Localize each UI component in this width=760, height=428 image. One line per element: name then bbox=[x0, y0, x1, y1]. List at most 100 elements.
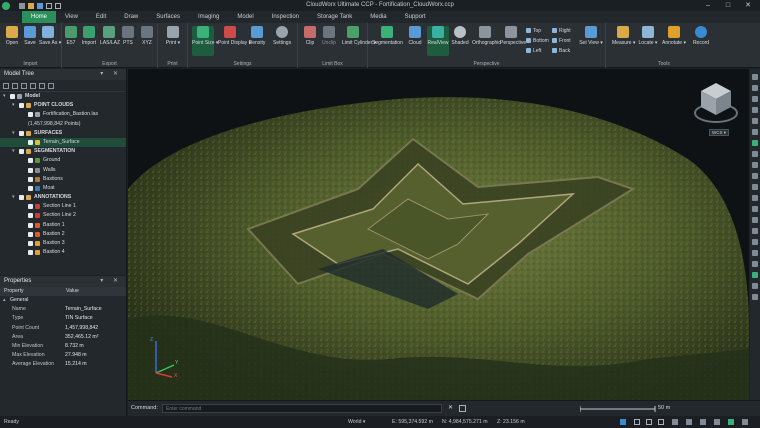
property-row[interactable]: Min Elevation 8.732 m bbox=[0, 342, 126, 351]
record-button[interactable]: Record bbox=[690, 26, 712, 46]
visibility-checkbox[interactable] bbox=[28, 241, 33, 246]
point-display-button[interactable]: Point Display ▾ bbox=[218, 26, 251, 46]
realview-button[interactable]: RealView bbox=[427, 26, 449, 56]
tab-view[interactable]: View bbox=[56, 11, 87, 23]
view-bottom-button[interactable]: Bottom bbox=[526, 38, 549, 44]
tool-icon[interactable] bbox=[752, 283, 758, 289]
save-icon[interactable] bbox=[37, 2, 43, 9]
unclip-button[interactable]: Unclip bbox=[320, 26, 338, 46]
settings-button[interactable]: Settings bbox=[273, 26, 291, 46]
tool-icon[interactable] bbox=[752, 261, 758, 267]
tree-tool-icon[interactable] bbox=[12, 82, 18, 89]
tree-tool-icon[interactable] bbox=[48, 82, 54, 89]
view-front-button[interactable]: Front bbox=[552, 38, 571, 44]
zoom-extents-icon[interactable] bbox=[752, 74, 758, 80]
tree-group[interactable]: ▾ POINT CLOUDS bbox=[0, 101, 126, 110]
property-row[interactable]: Name Terrain_Surface bbox=[0, 305, 126, 314]
tree-item[interactable]: Bastion 2 bbox=[0, 230, 126, 239]
maximize-icon[interactable]: □ bbox=[718, 0, 738, 11]
property-row[interactable]: Point Count 1,457,998,842 bbox=[0, 324, 126, 333]
tab-surfaces[interactable]: Surfaces bbox=[147, 11, 189, 23]
tab-draw[interactable]: Draw bbox=[115, 11, 147, 23]
tree-item[interactable]: Fortification_Bastion.las bbox=[0, 110, 126, 119]
property-row[interactable]: Average Elevation 15.214 m bbox=[0, 360, 126, 369]
tree-item[interactable]: Terrain_Surface bbox=[0, 137, 126, 148]
ortho-icon[interactable] bbox=[634, 419, 640, 425]
visibility-checkbox[interactable] bbox=[28, 167, 33, 173]
tab-model[interactable]: Model bbox=[228, 11, 262, 23]
fence-icon[interactable] bbox=[752, 162, 758, 168]
view-left-button[interactable]: Left bbox=[526, 48, 541, 54]
expand-icon[interactable]: ▾ bbox=[12, 147, 15, 156]
camera-icon[interactable] bbox=[752, 184, 758, 190]
new-icon[interactable] bbox=[19, 2, 25, 9]
property-row[interactable]: Max Elevation 27.948 m bbox=[0, 351, 126, 360]
expand-icon[interactable]: ▾ bbox=[12, 193, 15, 202]
osnap-icon[interactable] bbox=[646, 419, 652, 425]
status-ok-icon[interactable] bbox=[728, 419, 734, 425]
visibility-checkbox[interactable] bbox=[28, 204, 33, 210]
settings-gear-icon[interactable] bbox=[742, 419, 748, 425]
tool-icon[interactable] bbox=[752, 239, 758, 245]
walk-icon[interactable] bbox=[752, 129, 758, 135]
close-icon[interactable]: ✕ bbox=[738, 0, 758, 11]
orbit-icon[interactable] bbox=[752, 118, 758, 124]
segmentation-button[interactable]: Segmentation bbox=[372, 26, 403, 46]
visibility-checkbox[interactable] bbox=[28, 250, 33, 256]
command-input[interactable] bbox=[162, 404, 442, 413]
set-view-button[interactable]: Set View ▾ bbox=[579, 26, 603, 46]
tool-icon[interactable] bbox=[752, 228, 758, 234]
print-button[interactable]: Print ▾ bbox=[164, 26, 182, 46]
app-logo-icon[interactable] bbox=[0, 0, 11, 11]
clear-command-icon[interactable]: ✕ bbox=[448, 405, 453, 412]
visibility-checkbox[interactable] bbox=[28, 185, 33, 191]
save-as-button[interactable]: Save As ▾ bbox=[39, 26, 61, 46]
section-icon[interactable] bbox=[752, 206, 758, 212]
tree-tool-icon[interactable] bbox=[39, 82, 45, 89]
expand-icon[interactable]: ▾ bbox=[12, 129, 15, 138]
monitor-icon[interactable] bbox=[686, 419, 692, 425]
cloud-sync-icon[interactable] bbox=[714, 419, 720, 425]
visibility-checkbox[interactable] bbox=[28, 112, 33, 118]
orthographic-button[interactable]: Orthographic bbox=[472, 26, 501, 46]
tree-item[interactable]: Walls bbox=[0, 166, 126, 175]
cloud-button[interactable]: Cloud bbox=[406, 26, 424, 46]
visibility-checkbox[interactable] bbox=[10, 94, 15, 99]
tree-item[interactable]: Bastion 3 bbox=[0, 239, 126, 248]
view-back-button[interactable]: Back bbox=[552, 48, 570, 54]
point-size-button[interactable]: Point Size ▾ bbox=[192, 26, 218, 56]
open-button[interactable]: Open bbox=[3, 26, 21, 46]
expand-icon[interactable]: ▾ bbox=[3, 92, 6, 101]
tree-item[interactable]: Moat bbox=[0, 184, 126, 193]
tree-group[interactable]: ▾ SURFACES bbox=[0, 129, 126, 138]
visibility-checkbox[interactable] bbox=[28, 213, 33, 219]
minimize-icon[interactable]: – bbox=[698, 0, 718, 11]
grid-snap-icon[interactable] bbox=[620, 419, 626, 425]
view-right-button[interactable]: Right bbox=[552, 28, 571, 34]
command-history-icon[interactable] bbox=[459, 405, 466, 412]
save-button[interactable]: Save bbox=[21, 26, 39, 46]
e57-button[interactable]: E57 bbox=[62, 26, 80, 46]
zoom-out-icon[interactable] bbox=[752, 96, 758, 102]
properties-section[interactable]: ▴ General bbox=[0, 296, 126, 305]
shaded-button[interactable]: Shaded bbox=[451, 26, 469, 46]
property-row[interactable]: Type TIN Surface bbox=[0, 314, 126, 323]
tree-tool-icon[interactable] bbox=[21, 82, 27, 89]
zoom-in-icon[interactable] bbox=[752, 85, 758, 91]
clip-button[interactable]: Clip bbox=[301, 26, 319, 46]
fly-icon[interactable] bbox=[752, 140, 758, 146]
tree-group[interactable]: ▾ ANNOTATIONS bbox=[0, 193, 126, 202]
tree-tool-icon[interactable] bbox=[30, 82, 36, 89]
3d-viewport[interactable]: WCS ▾ Z Y X bbox=[128, 69, 749, 400]
visibility-checkbox[interactable] bbox=[19, 195, 24, 201]
open-icon[interactable] bbox=[28, 2, 34, 9]
navigation-cube[interactable] bbox=[693, 79, 739, 127]
tree-group[interactable]: ▾ SEGMENTATION bbox=[0, 147, 126, 156]
tool-icon[interactable] bbox=[752, 250, 758, 256]
redo-icon[interactable] bbox=[55, 2, 61, 9]
tab-home[interactable]: Home bbox=[22, 11, 57, 23]
tree-item[interactable]: Bastion 1 bbox=[0, 221, 126, 230]
undo-icon[interactable] bbox=[46, 2, 52, 9]
visibility-checkbox[interactable] bbox=[19, 130, 24, 136]
visibility-checkbox[interactable] bbox=[28, 176, 33, 182]
